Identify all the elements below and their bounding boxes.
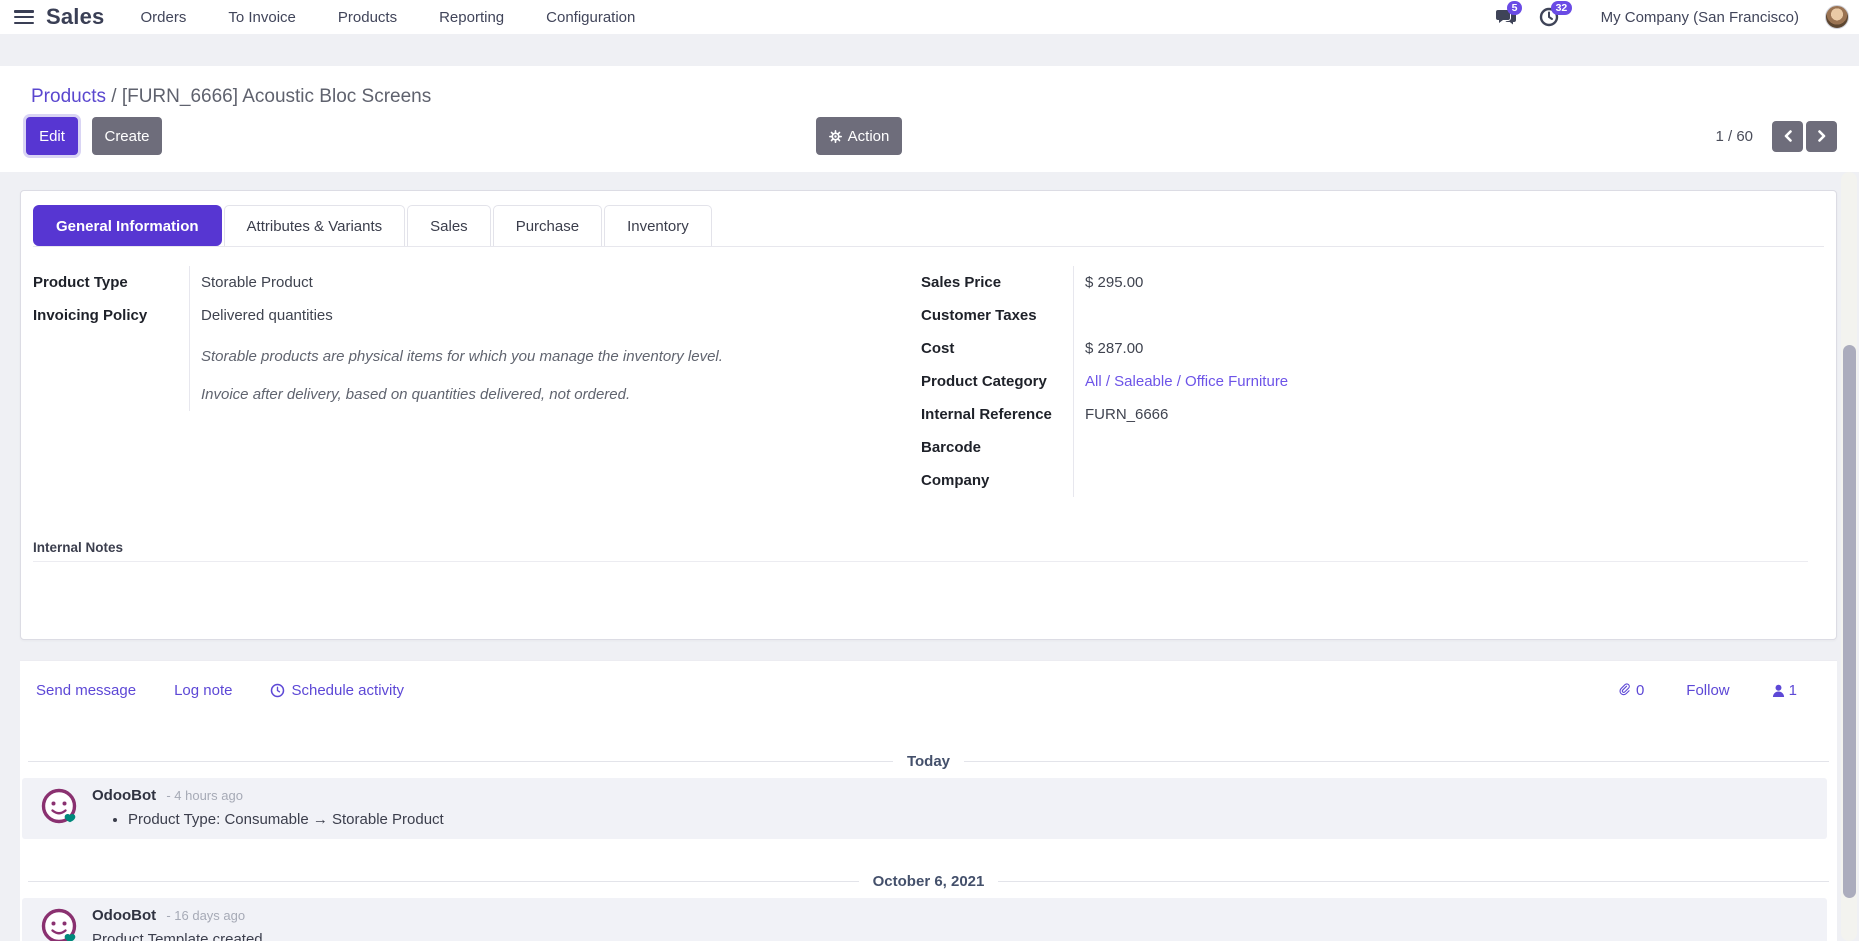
product-category-label: Product Category [921, 365, 1073, 398]
breadcrumb: Products / [FURN_6666] Acoustic Bloc Scr… [31, 86, 431, 108]
tab-purchase[interactable]: Purchase [493, 205, 602, 246]
attachments-count: 0 [1636, 682, 1644, 699]
scrollbar-thumb[interactable] [1843, 345, 1856, 898]
chatter-message: OdooBot - 16 days ago Product Template c… [22, 898, 1827, 941]
pager-value: 1 / 60 [1715, 128, 1753, 145]
product-type-label: Product Type [33, 266, 189, 299]
paperclip-icon [1618, 683, 1632, 698]
cost-value: $ 287.00 [1085, 332, 1551, 365]
message-timestamp: - 16 days ago [166, 908, 245, 923]
systray: 5 32 My Company (San Francisco) [1495, 5, 1849, 29]
chevron-right-icon [1817, 130, 1827, 142]
customer-taxes-label: Customer Taxes [921, 299, 1073, 332]
activities-badge: 32 [1551, 1, 1573, 15]
odoobot-avatar [40, 907, 80, 941]
cost-label: Cost [921, 332, 1073, 365]
nav-item-orders[interactable]: Orders [141, 9, 187, 26]
top-navbar: Sales Orders To Invoice Products Reporti… [0, 0, 1859, 34]
field-group-right: Sales Price Customer Taxes Cost Product … [921, 266, 1551, 497]
company-switcher[interactable]: My Company (San Francisco) [1601, 9, 1799, 26]
invoicing-policy-help-text: Invoice after delivery, based on quantit… [201, 378, 763, 411]
user-avatar[interactable] [1825, 5, 1849, 29]
person-icon [1772, 684, 1785, 698]
internal-reference-value: FURN_6666 [1085, 398, 1551, 431]
gear-icon [829, 130, 842, 143]
internal-reference-label: Internal Reference [921, 398, 1073, 431]
chatter-message: OdooBot - 4 hours ago Product Type: Cons… [22, 778, 1827, 839]
field-group-left: Product Type Invoicing Policy Storable P… [33, 266, 763, 411]
invoicing-policy-label: Invoicing Policy [33, 299, 189, 332]
sales-price-label: Sales Price [921, 266, 1073, 299]
pager: 1 / 60 [1715, 117, 1837, 155]
pager-previous-button[interactable] [1772, 121, 1803, 152]
internal-notes-label: Internal Notes [33, 540, 123, 555]
odoobot-avatar [40, 787, 80, 829]
date-divider-october: October 6, 2021 [28, 873, 1829, 890]
followers-count: 1 [1789, 682, 1797, 699]
tab-attributes-variants[interactable]: Attributes & Variants [224, 205, 406, 246]
invoicing-policy-value: Delivered quantities [201, 299, 763, 332]
messages-icon[interactable]: 5 [1495, 7, 1517, 27]
nav-item-to-invoice[interactable]: To Invoice [228, 9, 296, 26]
breadcrumb-products-link[interactable]: Products [31, 86, 106, 107]
chevron-left-icon [1783, 130, 1793, 142]
chatter-top-divider [20, 660, 1837, 661]
message-timestamp: - 4 hours ago [166, 788, 243, 803]
log-note-button[interactable]: Log note [174, 682, 232, 699]
followers-button[interactable]: 1 [1772, 682, 1797, 699]
scrollbar-track[interactable] [1841, 172, 1857, 941]
create-button[interactable]: Create [92, 117, 162, 155]
breadcrumb-separator: / [106, 86, 122, 107]
schedule-activity-label: Schedule activity [291, 682, 404, 699]
schedule-activity-button[interactable]: Schedule activity [270, 682, 404, 699]
barcode-label: Barcode [921, 431, 1073, 464]
product-category-link[interactable]: All / Saleable / Office Furniture [1085, 365, 1551, 398]
send-message-button[interactable]: Send message [36, 682, 136, 699]
sales-price-value: $ 295.00 [1085, 266, 1551, 299]
company-value [1085, 464, 1551, 497]
customer-taxes-value [1085, 299, 1551, 332]
attachments-button[interactable]: 0 [1618, 682, 1644, 699]
tab-inventory[interactable]: Inventory [604, 205, 712, 246]
edit-button[interactable]: Edit [26, 117, 78, 155]
message-body: Product Template created [92, 931, 263, 941]
action-button-label: Action [848, 128, 890, 145]
notebook-tabs: General Information Attributes & Variant… [33, 205, 1824, 247]
message-body: Product Type: Consumable → Storable Prod… [110, 811, 444, 828]
chatter: Send message Log note Schedule activity … [20, 660, 1837, 941]
product-type-value: Storable Product [201, 266, 763, 299]
message-author[interactable]: OdooBot [92, 787, 156, 804]
clock-icon [270, 683, 285, 698]
messages-badge: 5 [1507, 1, 1523, 15]
tab-general-information[interactable]: General Information [33, 205, 222, 246]
activities-icon[interactable]: 32 [1539, 7, 1561, 27]
nav-item-products[interactable]: Products [338, 9, 397, 26]
date-divider-today: Today [28, 753, 1829, 770]
action-button[interactable]: Action [816, 117, 902, 155]
app-name[interactable]: Sales [46, 4, 105, 30]
product-type-help-text: Storable products are physical items for… [201, 340, 763, 373]
product-form-sheet: General Information Attributes & Variant… [20, 190, 1837, 640]
pager-next-button[interactable] [1806, 121, 1837, 152]
breadcrumb-current: [FURN_6666] Acoustic Bloc Screens [122, 86, 431, 107]
tab-sales[interactable]: Sales [407, 205, 491, 246]
hamburger-menu-icon[interactable] [14, 10, 34, 24]
message-author[interactable]: OdooBot [92, 907, 156, 924]
company-label: Company [921, 464, 1073, 497]
control-panel: Products / [FURN_6666] Acoustic Bloc Scr… [0, 66, 1859, 172]
nav-item-configuration[interactable]: Configuration [546, 9, 635, 26]
internal-notes-divider [33, 561, 1808, 562]
follow-button[interactable]: Follow [1686, 682, 1729, 699]
barcode-value [1085, 431, 1551, 464]
nav-item-reporting[interactable]: Reporting [439, 9, 504, 26]
